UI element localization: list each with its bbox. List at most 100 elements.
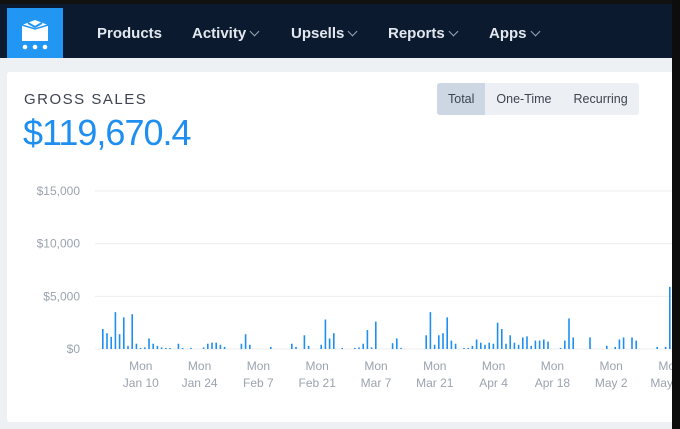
bar: [559, 347, 562, 349]
bar: [475, 339, 478, 349]
bar: [530, 345, 532, 349]
bar: [366, 330, 369, 349]
bar: [446, 317, 448, 349]
nav-activity[interactable]: Activity: [192, 25, 260, 42]
bar: [564, 340, 566, 349]
bar: [207, 343, 209, 349]
bar: [114, 312, 117, 349]
bar: [102, 328, 104, 349]
nav-label: Apps: [489, 25, 527, 42]
x-tick-date: Feb 7: [243, 376, 274, 390]
bar: [622, 337, 625, 349]
nav-label: Upsells: [291, 25, 345, 42]
window-edge: [672, 0, 680, 429]
x-tick-day: Mon: [541, 359, 564, 373]
x-tick-day: Mon: [423, 359, 446, 373]
bar: [156, 345, 159, 349]
nav-apps[interactable]: Apps: [489, 25, 540, 42]
bar: [534, 340, 537, 349]
bar: [223, 346, 226, 349]
bar: [454, 343, 457, 349]
bar: [219, 344, 222, 349]
bar: [480, 342, 482, 349]
y-tick-label: $0: [67, 342, 81, 356]
bar: [526, 336, 528, 349]
bar: [160, 347, 163, 349]
x-tick-day: Mon: [600, 359, 623, 373]
bar: [320, 344, 322, 349]
bar: [123, 317, 125, 349]
bar: [614, 346, 616, 349]
bar: [354, 347, 356, 349]
x-tick-date: May 2: [595, 376, 628, 390]
bar: [190, 347, 192, 349]
bar: [543, 339, 545, 349]
nav-upsells[interactable]: Upsells: [291, 25, 358, 42]
nav-products[interactable]: Products: [97, 25, 162, 42]
bar: [589, 337, 591, 349]
bar: [328, 338, 331, 349]
bar: [433, 344, 436, 349]
bar: [522, 337, 524, 349]
page-content: GROSS SALES $119,670.4 Total One-Time Re…: [0, 58, 679, 429]
bar: [547, 341, 549, 349]
bar: [303, 335, 306, 349]
bar: [131, 314, 133, 349]
bar: [568, 318, 570, 349]
x-tick-date: Mar 21: [416, 376, 454, 390]
x-tick-date: Feb 21: [299, 376, 337, 390]
bar: [118, 334, 121, 349]
x-tick-date: Jan 10: [123, 376, 159, 390]
nav-reports[interactable]: Reports: [388, 25, 459, 42]
bar: [438, 335, 440, 349]
x-tick-day: Mon: [188, 359, 211, 373]
bar: [391, 343, 394, 349]
bar: [202, 347, 205, 349]
bar: [505, 343, 507, 349]
bar: [139, 347, 142, 349]
bar: [631, 337, 633, 349]
bar: [362, 343, 364, 349]
bar: [618, 339, 621, 349]
bar: [429, 312, 432, 349]
x-tick-day: Mon: [129, 359, 152, 373]
bar: [333, 333, 335, 349]
gross-sales-card: GROSS SALES $119,670.4 Total One-Time Re…: [7, 72, 679, 422]
bar: [165, 347, 167, 349]
bar: [606, 345, 608, 349]
chevron-down-icon: [530, 26, 540, 37]
bar: [442, 333, 444, 349]
bar: [664, 346, 667, 349]
bar: [492, 343, 495, 349]
bar: [341, 347, 343, 349]
bar: [144, 347, 146, 349]
bar: [463, 347, 465, 349]
bar: [307, 345, 310, 349]
bar: [501, 328, 503, 349]
x-tick-date: Apr 4: [479, 376, 508, 390]
bar: [177, 343, 180, 349]
bar: [211, 342, 213, 349]
y-tick-label: $10,000: [37, 237, 81, 251]
bar: [169, 347, 171, 349]
top-navbar: Products Activity Upsells Reports Apps: [0, 4, 672, 62]
y-tick-label: $5,000: [43, 289, 80, 303]
x-tick-date: Apr 18: [535, 376, 571, 390]
bar: [488, 342, 490, 349]
bar: [249, 344, 251, 349]
bar: [135, 343, 138, 349]
x-tick-date: Jan 24: [182, 376, 218, 390]
x-tick-day: Mon: [482, 359, 505, 373]
chevron-down-icon: [448, 26, 459, 37]
nav-label: Activity: [192, 25, 247, 42]
logo-button[interactable]: [7, 8, 63, 62]
nav-label: Products: [97, 25, 163, 42]
y-tick-label: $15,000: [37, 184, 81, 198]
bar: [324, 319, 327, 349]
bar: [484, 344, 486, 349]
bar: [572, 337, 574, 349]
bar: [509, 335, 511, 349]
bar: [358, 347, 360, 349]
gross-sales-chart: $0 $5,000 $10,000 $15,000 Mon Jan 10 Mon Jan 24…: [37, 184, 679, 390]
bar: [396, 338, 398, 349]
